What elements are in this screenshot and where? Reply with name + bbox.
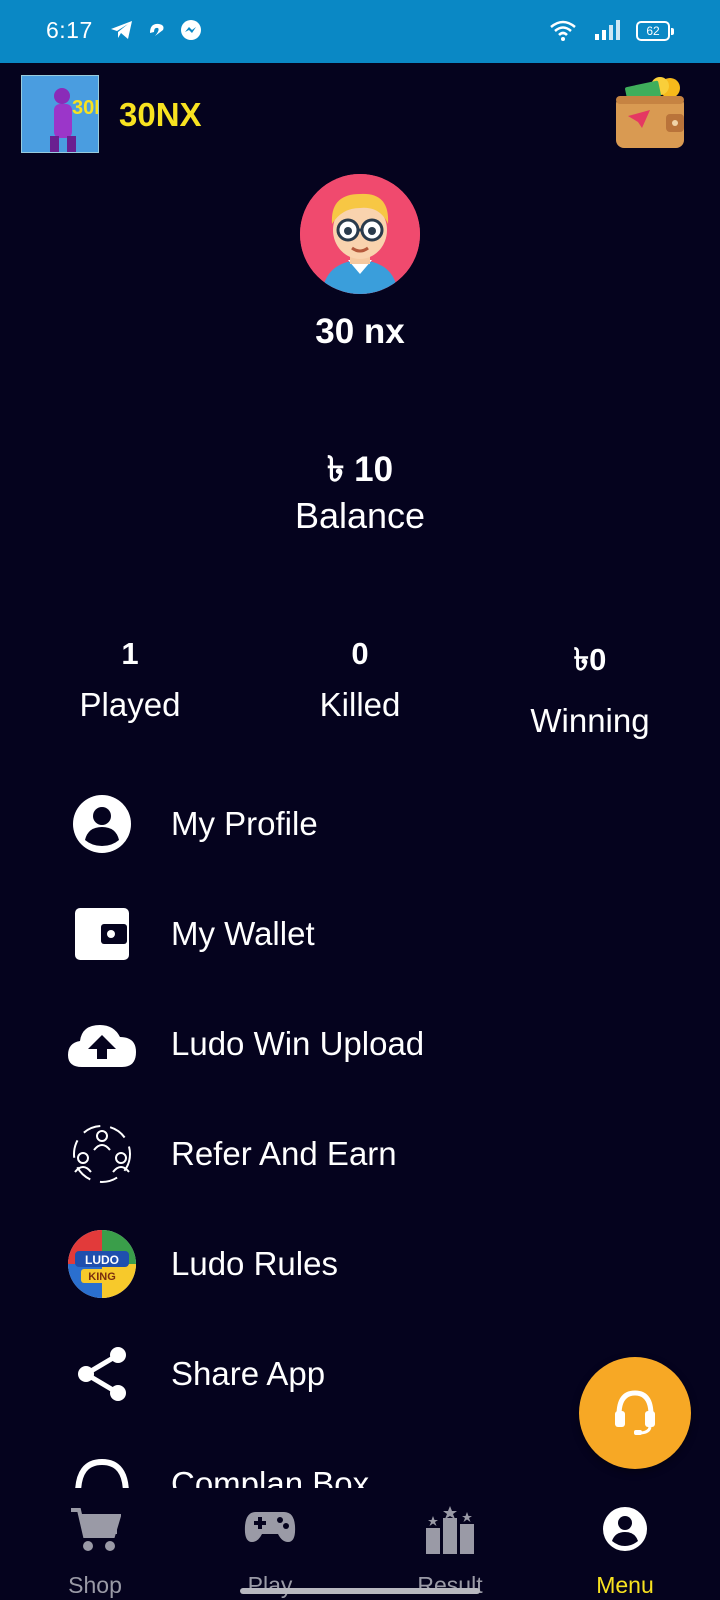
- headphones-icon: [60, 1449, 144, 1488]
- logo-text: 30NX: [72, 97, 99, 119]
- refer-network-icon: [60, 1119, 144, 1189]
- menu-item-label: Ludo Win Upload: [171, 1025, 425, 1062]
- app-notification-icon: [146, 19, 168, 46]
- stat-value: 1: [121, 636, 139, 671]
- stat-label: Winning: [530, 702, 650, 739]
- cloud-upload-icon: [60, 1009, 144, 1079]
- menu-item-refer-and-earn[interactable]: Refer And Earn: [60, 1109, 620, 1199]
- menu-item-label: Refer And Earn: [171, 1135, 397, 1172]
- menu-item-label: My Wallet: [171, 915, 315, 952]
- telegram-icon: [110, 19, 134, 46]
- menu-item-my-profile[interactable]: My Profile: [60, 779, 620, 869]
- nav-label: Result: [417, 1572, 483, 1598]
- share-icon: [60, 1339, 144, 1409]
- menu-item-my-wallet[interactable]: My Wallet: [60, 889, 620, 979]
- menu-item-label: Complan Box: [171, 1465, 370, 1488]
- bottom-nav: Shop Play Result Menu: [0, 1488, 720, 1600]
- gamepad-icon: [180, 1506, 360, 1556]
- user-avatar-icon[interactable]: [300, 174, 420, 294]
- menu-item-complan-box[interactable]: Complan Box: [60, 1439, 620, 1488]
- stat-label: Played: [79, 686, 181, 723]
- nav-shop[interactable]: Shop: [5, 1488, 185, 1600]
- stat-value: ৳0: [573, 642, 607, 677]
- account-circle-icon: [535, 1506, 715, 1556]
- wallet-icon: [60, 899, 144, 969]
- stat-winning: ৳0 Winning: [470, 636, 710, 740]
- leaderboard-icon: [360, 1506, 540, 1556]
- stat-value: 0: [351, 636, 369, 671]
- user-name: 30 nx: [315, 312, 405, 351]
- stat-killed: 0 Killed: [240, 636, 480, 724]
- ludo-king-icon: LUDO KING: [60, 1229, 144, 1299]
- cart-icon: [5, 1506, 185, 1556]
- stat-label: Killed: [319, 686, 401, 723]
- battery-icon: 62: [636, 21, 674, 41]
- nav-menu[interactable]: Menu: [535, 1488, 715, 1600]
- menu-item-label: Ludo Rules: [171, 1245, 338, 1282]
- stat-played: 1 Played: [10, 636, 250, 724]
- wifi-icon: [549, 19, 577, 46]
- status-time: 6:17: [46, 17, 93, 43]
- nav-play[interactable]: Play: [180, 1488, 360, 1600]
- ludo-text: LUDO: [85, 1253, 119, 1267]
- king-text: KING: [88, 1271, 116, 1283]
- app-title: 30NX: [119, 96, 202, 133]
- app-logo[interactable]: 30NX: [21, 75, 99, 153]
- nav-label: Play: [247, 1572, 293, 1598]
- menu-item-ludo-rules[interactable]: LUDO KING Ludo Rules: [60, 1219, 620, 1309]
- nav-result[interactable]: Result: [360, 1488, 540, 1600]
- menu-item-label: Share App: [171, 1355, 326, 1392]
- balance-label: Balance: [294, 495, 426, 536]
- messenger-icon: [180, 19, 202, 46]
- menu-item-label: My Profile: [171, 805, 318, 842]
- signal-icon: [594, 19, 622, 46]
- home-indicator[interactable]: [240, 1588, 480, 1594]
- balance-amount: ৳ 10: [326, 450, 394, 489]
- support-fab[interactable]: [579, 1357, 691, 1469]
- menu-item-ludo-win-upload[interactable]: Ludo Win Upload: [60, 999, 620, 1089]
- headset-icon: [613, 1387, 657, 1440]
- profile-icon: [60, 789, 144, 859]
- nav-label: Shop: [68, 1572, 122, 1598]
- wallet-icon[interactable]: [612, 76, 688, 152]
- nav-label: Menu: [596, 1572, 654, 1598]
- status-bar: 6:17 62: [0, 0, 720, 63]
